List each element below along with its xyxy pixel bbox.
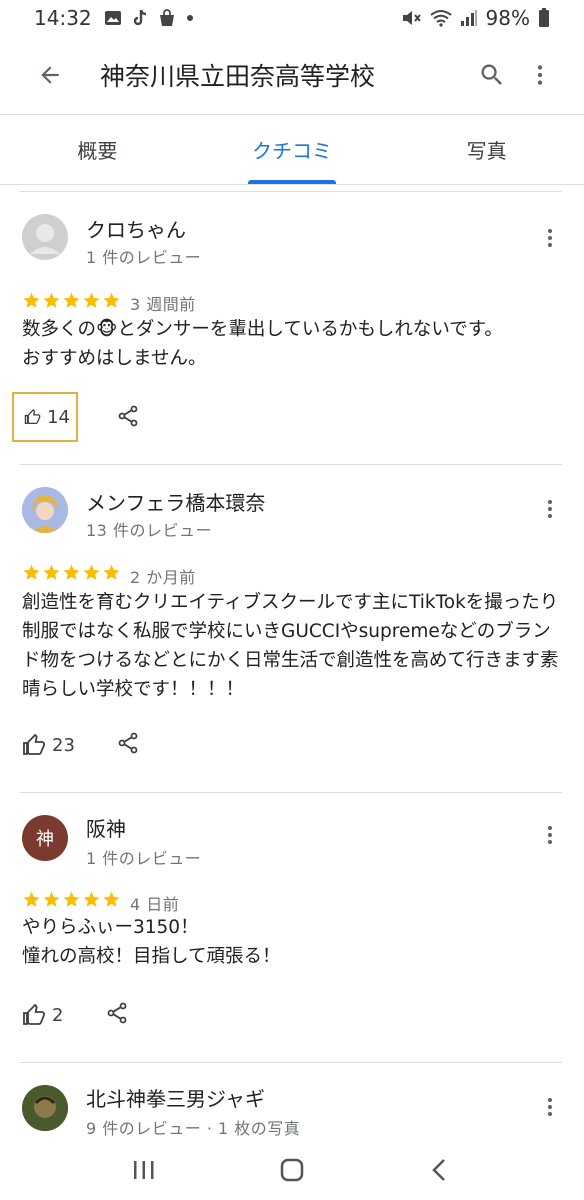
more-vert-icon bbox=[548, 826, 552, 844]
star-rating bbox=[22, 890, 121, 909]
star-icon bbox=[63, 891, 80, 907]
thumbs-up-icon bbox=[23, 733, 45, 755]
star-icon bbox=[103, 292, 120, 308]
battery-icon bbox=[539, 8, 549, 27]
review-count: 1 件のレビュー bbox=[86, 849, 202, 868]
review-card: クロちゃん 1 件のレビュー 3 週間前 数多くの🐵とダンサーを輩出しているかも… bbox=[0, 192, 584, 464]
search-button[interactable] bbox=[468, 51, 516, 99]
star-icon bbox=[103, 564, 120, 580]
dot-icon bbox=[186, 15, 193, 21]
review-count: 9 件のレビュー · 1 枚の写真 bbox=[86, 1119, 301, 1138]
review-card: 北斗神拳三男ジャギ 9 件のレビュー · 1 枚の写真 bbox=[0, 1063, 584, 1140]
star-icon bbox=[83, 891, 100, 907]
avatar[interactable] bbox=[22, 214, 68, 260]
status-bar: 14:32 98% bbox=[0, 0, 584, 36]
review-count: 1 件のレビュー bbox=[86, 248, 202, 267]
status-time: 14:32 bbox=[34, 6, 92, 30]
star-icon bbox=[83, 564, 100, 580]
star-rating bbox=[22, 563, 121, 582]
review-date: 2 か月前 bbox=[130, 568, 196, 587]
shopping-bag-icon bbox=[159, 9, 174, 26]
more-vert-icon bbox=[548, 500, 552, 518]
back-arrow-icon bbox=[41, 66, 59, 84]
star-icon bbox=[23, 564, 40, 580]
nav-back-icon bbox=[432, 1159, 445, 1181]
gallery-icon bbox=[104, 11, 121, 25]
review-menu-button[interactable] bbox=[534, 819, 566, 851]
more-options-button[interactable] bbox=[516, 51, 564, 99]
review-card: 神 阪神 1 件のレビュー 4 日前 やりらふぃー3150！ 憧れの高校！目指し… bbox=[0, 793, 584, 1063]
thumbs-up-icon bbox=[24, 408, 41, 425]
tabs-divider bbox=[0, 184, 584, 185]
search-icon bbox=[481, 64, 502, 85]
star-icon bbox=[83, 292, 100, 308]
star-icon bbox=[43, 891, 60, 907]
review-menu-button[interactable] bbox=[534, 222, 566, 254]
review-menu-button[interactable] bbox=[534, 1091, 566, 1123]
star-rating bbox=[22, 291, 121, 310]
tab-reviews[interactable]: クチコミ bbox=[195, 115, 390, 184]
tiktok-icon bbox=[133, 9, 146, 26]
tab-bar: 概要 クチコミ 写真 bbox=[0, 114, 584, 184]
star-icon bbox=[43, 564, 60, 580]
nav-back-button[interactable] bbox=[410, 1146, 470, 1194]
page-title: 神奈川県立田奈高等学校 bbox=[100, 62, 376, 91]
reviewer-name[interactable]: 阪神 bbox=[86, 813, 126, 842]
avatar-image-icon bbox=[22, 214, 68, 260]
share-icon bbox=[118, 405, 138, 427]
star-icon bbox=[63, 564, 80, 580]
star-icon bbox=[43, 292, 60, 308]
reviewer-name[interactable]: クロちゃん bbox=[86, 214, 186, 243]
thumbs-up-icon bbox=[23, 1003, 45, 1025]
star-icon bbox=[63, 292, 80, 308]
like-button[interactable]: 2 bbox=[12, 990, 69, 1040]
like-count: 23 bbox=[52, 734, 75, 756]
signal-icon bbox=[460, 10, 477, 26]
system-nav-bar bbox=[0, 1140, 584, 1200]
wifi-icon bbox=[429, 10, 452, 27]
review-text: 創造性を育むクリエイティブスクールです主にTikTokを撮ったり制服ではなく私服… bbox=[22, 592, 559, 700]
share-icon bbox=[107, 1002, 127, 1024]
back-button[interactable] bbox=[26, 51, 74, 99]
avatar[interactable]: 神 bbox=[22, 815, 68, 861]
review-text: やりらふぃー3150！ 憧れの高校！目指して頑張る！ bbox=[22, 917, 281, 967]
star-icon bbox=[23, 891, 40, 907]
review-date: 4 日前 bbox=[130, 895, 180, 914]
review-text: 数多くの🐵とダンサーを輩出しているかもしれないです。 おすすめはしません。 bbox=[22, 319, 503, 369]
recents-icon bbox=[134, 1161, 154, 1179]
more-vert-icon bbox=[537, 65, 543, 85]
tab-photos[interactable]: 写真 bbox=[389, 115, 584, 184]
share-button[interactable] bbox=[112, 727, 144, 759]
like-button[interactable]: 14 bbox=[12, 392, 78, 442]
star-icon bbox=[23, 292, 40, 308]
tab-overview[interactable]: 概要 bbox=[0, 115, 195, 184]
avatar-image-icon bbox=[22, 487, 68, 533]
share-button[interactable] bbox=[101, 997, 133, 1029]
review-date: 3 週間前 bbox=[130, 295, 196, 314]
like-count: 14 bbox=[47, 406, 70, 428]
avatar[interactable] bbox=[22, 1085, 68, 1131]
like-button[interactable]: 23 bbox=[12, 720, 81, 770]
home-icon bbox=[280, 1158, 304, 1182]
reviewer-name[interactable]: 北斗神拳三男ジャギ bbox=[86, 1083, 265, 1112]
share-button[interactable] bbox=[112, 400, 144, 432]
review-menu-button[interactable] bbox=[534, 493, 566, 525]
mute-icon bbox=[402, 11, 421, 25]
review-card: メンフェラ橋本環奈 13 件のレビュー 2 か月前 創造性を育むクリエイティブス… bbox=[0, 465, 584, 792]
recents-button[interactable] bbox=[114, 1146, 174, 1194]
app-bar: 神奈川県立田奈高等学校 bbox=[0, 36, 584, 114]
home-button[interactable] bbox=[262, 1146, 322, 1194]
reviewer-name[interactable]: メンフェラ橋本環奈 bbox=[86, 487, 265, 516]
battery-percent: 98% bbox=[485, 6, 530, 30]
star-icon bbox=[103, 891, 120, 907]
more-vert-icon bbox=[548, 1098, 552, 1116]
review-count: 13 件のレビュー bbox=[86, 521, 212, 540]
avatar[interactable] bbox=[22, 487, 68, 533]
avatar-image-icon bbox=[22, 1085, 68, 1131]
more-vert-icon bbox=[548, 229, 552, 247]
like-count: 2 bbox=[52, 1004, 64, 1026]
share-icon bbox=[118, 732, 138, 754]
